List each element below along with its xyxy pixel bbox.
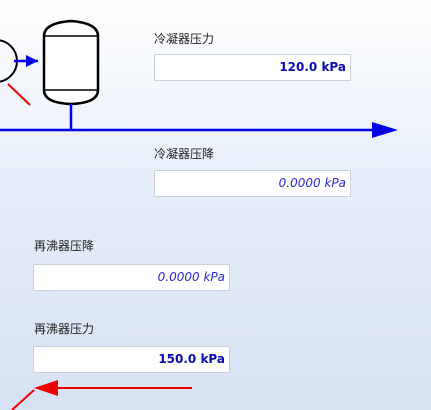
condenser-pressure-drop-label: 冷凝器压降 — [154, 147, 215, 161]
reflux-drum-icon[interactable] — [42, 19, 100, 106]
reboiler-pressure-field[interactable]: 150.0 kPa — [33, 346, 230, 373]
condenser-pressure-field[interactable]: 120.0 kPa — [154, 54, 351, 81]
condenser-pressure-drop-field[interactable]: 0.0000 kPa — [154, 170, 351, 197]
condenser-outlet-stream — [0, 122, 398, 138]
condenser-pressure-label: 冷凝器压力 — [154, 32, 215, 46]
reboiler-pressure-drop-label: 再沸器压降 — [34, 239, 95, 253]
condenser-icon[interactable] — [0, 39, 38, 106]
reboiler-return-stream — [11, 380, 192, 410]
reboiler-pressure-label: 再沸器压力 — [34, 322, 95, 336]
reboiler-pressure-drop-field[interactable]: 0.0000 kPa — [33, 264, 230, 291]
